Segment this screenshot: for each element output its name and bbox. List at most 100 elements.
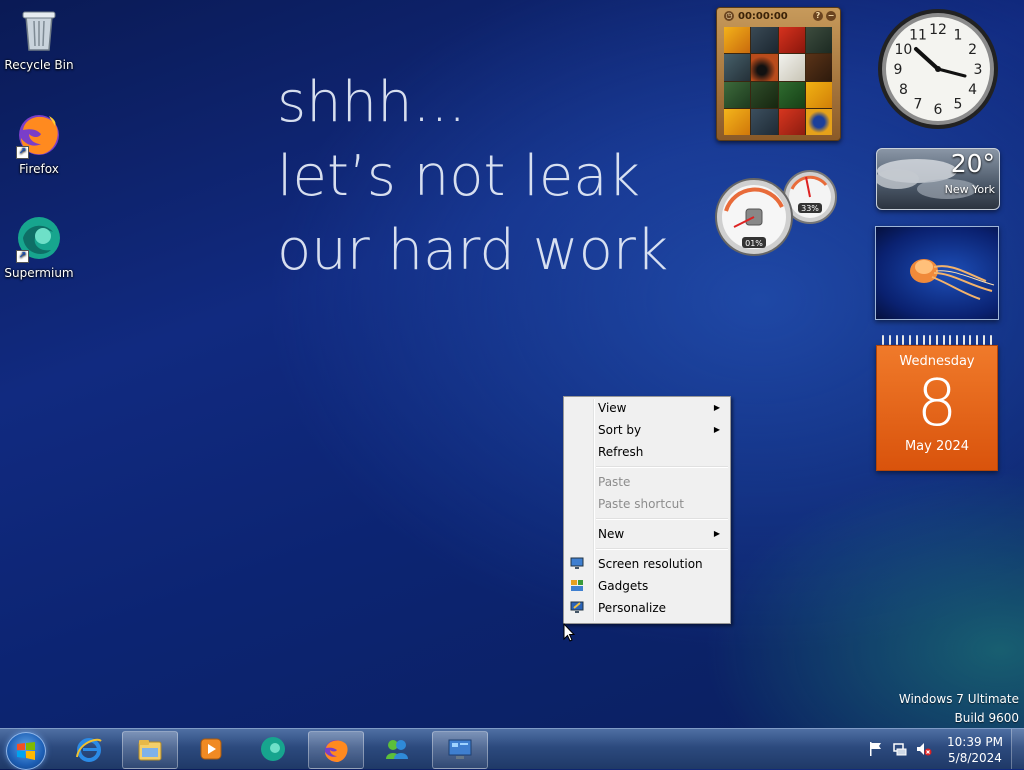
internet-explorer-icon bbox=[76, 738, 102, 762]
screen-resolution-icon bbox=[570, 557, 584, 569]
puzzle-help-button[interactable]: ? bbox=[813, 11, 823, 21]
taskbar-firefox[interactable] bbox=[308, 731, 364, 769]
taskbar-time: 10:39 PM bbox=[947, 735, 1003, 749]
menu-item-screen-resolution[interactable]: Screen resolution bbox=[564, 553, 730, 575]
personalize-icon bbox=[570, 601, 584, 613]
menu-item-view[interactable]: View ▶ bbox=[564, 397, 730, 419]
menu-item-new[interactable]: New ▶ bbox=[564, 523, 730, 545]
gadgets-icon bbox=[571, 580, 583, 591]
cpu-meter-gadget[interactable]: 33% 01% bbox=[712, 165, 842, 261]
menu-item-paste[interactable]: Paste bbox=[564, 471, 730, 493]
desktop-icon-label: Supermium bbox=[4, 266, 74, 280]
menu-item-label: Screen resolution bbox=[598, 557, 703, 571]
volume-muted-icon[interactable] bbox=[916, 741, 932, 757]
clock-number: 11 bbox=[909, 27, 927, 43]
wallpaper-line: our hard work bbox=[277, 218, 669, 283]
puzzle-tile[interactable] bbox=[778, 81, 805, 108]
puzzle-pause-button[interactable]: − bbox=[826, 11, 836, 21]
desktop-icon-label: Recycle Bin bbox=[4, 58, 74, 72]
weather-gadget[interactable]: 20° New York bbox=[876, 148, 1000, 210]
windows-build: Build 9600 bbox=[954, 711, 1019, 725]
clock-number: 1 bbox=[954, 27, 963, 43]
cpu-usage: 01% bbox=[745, 239, 763, 248]
puzzle-tile[interactable] bbox=[778, 108, 805, 135]
slideshow-gadget[interactable] bbox=[875, 226, 999, 320]
taskbar-file-explorer[interactable] bbox=[122, 731, 178, 769]
taskbar-control-panel[interactable] bbox=[432, 731, 488, 769]
desktop-icon-firefox[interactable]: ↗ Firefox bbox=[4, 110, 74, 176]
desktop-icon-supermium[interactable]: ↗ Supermium bbox=[4, 214, 74, 280]
clock-number: 10 bbox=[894, 42, 912, 58]
menu-separator bbox=[596, 466, 728, 468]
puzzle-tile[interactable] bbox=[751, 27, 778, 54]
menu-item-sort-by[interactable]: Sort by ▶ bbox=[564, 419, 730, 441]
clock-number: 4 bbox=[968, 82, 977, 98]
picture-puzzle-gadget[interactable]: ◷ 00:00:00 ? − bbox=[716, 7, 841, 141]
puzzle-tile[interactable] bbox=[805, 27, 832, 54]
taskbar-clock[interactable]: 10:39 PM 5/8/2024 bbox=[940, 734, 1010, 766]
menu-item-label: Personalize bbox=[598, 601, 667, 615]
taskbar-messenger[interactable] bbox=[370, 731, 424, 767]
taskbar-media-player[interactable] bbox=[184, 731, 238, 767]
network-icon[interactable] bbox=[892, 741, 908, 757]
clock-number: 2 bbox=[968, 42, 977, 58]
puzzle-timer: 00:00:00 bbox=[738, 10, 788, 22]
calendar-day-number: 8 bbox=[916, 367, 958, 441]
messenger-icon bbox=[386, 740, 408, 759]
menu-separator bbox=[596, 548, 728, 550]
puzzle-tile[interactable] bbox=[751, 81, 778, 108]
action-center-flag-icon[interactable] bbox=[868, 741, 884, 757]
calendar-rings bbox=[876, 335, 998, 345]
weather-temperature: 20° bbox=[950, 149, 995, 178]
system-tray: 10:39 PM 5/8/2024 bbox=[864, 729, 1024, 769]
menu-item-label: Gadgets bbox=[598, 579, 649, 593]
calendar-weekday: Wednesday bbox=[899, 354, 975, 369]
clock-number: 3 bbox=[974, 62, 983, 78]
puzzle-tile[interactable] bbox=[724, 27, 751, 54]
calendar-month-year: May 2024 bbox=[904, 439, 970, 454]
supermium-icon bbox=[261, 737, 285, 761]
puzzle-tile[interactable] bbox=[805, 81, 832, 108]
taskbar-internet-explorer[interactable] bbox=[62, 731, 116, 767]
desktop-icon-recycle-bin[interactable]: Recycle Bin bbox=[4, 6, 74, 72]
menu-separator bbox=[596, 518, 728, 520]
recycle-bin-icon bbox=[22, 11, 56, 51]
clock-gadget[interactable]: 12 12 3 45678 9 1011 bbox=[876, 7, 1000, 131]
windows-logo-icon bbox=[17, 742, 35, 760]
wallpaper-line: shhh... bbox=[277, 70, 467, 135]
menu-item-personalize[interactable]: Personalize bbox=[564, 597, 730, 619]
menu-item-label: Refresh bbox=[598, 445, 644, 459]
menu-item-label: Paste bbox=[598, 475, 631, 489]
puzzle-grid[interactable] bbox=[724, 27, 832, 135]
menu-item-refresh[interactable]: Refresh bbox=[564, 441, 730, 463]
puzzle-tile[interactable] bbox=[805, 54, 832, 81]
puzzle-tile[interactable] bbox=[724, 108, 751, 135]
menu-item-gadgets[interactable]: Gadgets bbox=[564, 575, 730, 597]
puzzle-tile[interactable] bbox=[751, 54, 778, 81]
windows-edition: Windows 7 Ultimate bbox=[898, 692, 1019, 706]
show-desktop-button[interactable] bbox=[1011, 729, 1024, 769]
puzzle-tile[interactable] bbox=[751, 108, 778, 135]
clock-number: 9 bbox=[894, 62, 903, 78]
menu-item-paste-shortcut[interactable]: Paste shortcut bbox=[564, 493, 730, 515]
puzzle-tile[interactable] bbox=[724, 54, 751, 81]
desktop-context-menu: View ▶ Sort by ▶ Refresh Paste Paste short… bbox=[563, 396, 731, 624]
calendar-gadget[interactable]: Wednesday 8 May 2024 bbox=[876, 335, 998, 471]
menu-item-label: View bbox=[598, 401, 627, 415]
puzzle-tile[interactable] bbox=[724, 81, 751, 108]
clock-number: 5 bbox=[954, 97, 963, 113]
jellyfish-image bbox=[910, 259, 995, 300]
taskbar-supermium[interactable] bbox=[246, 731, 300, 767]
start-button[interactable] bbox=[6, 732, 46, 770]
media-player-icon bbox=[200, 738, 222, 760]
shortcut-arrow-icon: ↗ bbox=[16, 146, 29, 159]
puzzle-tile[interactable] bbox=[805, 108, 832, 135]
taskbar: 10:39 PM 5/8/2024 bbox=[0, 728, 1024, 770]
puzzle-tile[interactable] bbox=[778, 27, 805, 54]
puzzle-tile[interactable] bbox=[778, 54, 805, 81]
clock-number: 6 bbox=[934, 102, 943, 118]
clock-number: 8 bbox=[899, 82, 908, 98]
menu-item-label: Paste shortcut bbox=[598, 497, 684, 511]
firefox-icon bbox=[325, 740, 348, 762]
control-panel-icon bbox=[448, 739, 472, 759]
